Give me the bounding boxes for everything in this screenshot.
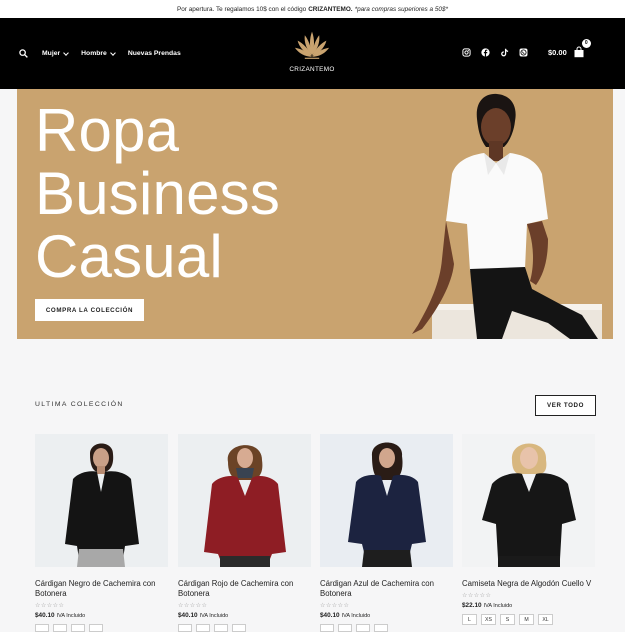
variant-swatches: [178, 624, 311, 632]
nav-item-label: Nuevas Prendas: [127, 50, 181, 57]
promo-code: CRIZANTEMO.: [308, 5, 353, 13]
price-value: $22.10: [462, 602, 482, 609]
lotus-icon: [294, 31, 330, 59]
variant-swatch[interactable]: [356, 624, 370, 632]
rating-stars: ☆☆☆☆☆: [35, 603, 65, 609]
product-card[interactable]: Cárdigan Azul de Cachemira con Botonera …: [320, 434, 453, 632]
cart-total: $0.00: [548, 47, 567, 57]
product-name[interactable]: Cárdigan Azul de Cachemira con Botonera: [320, 579, 453, 599]
see-all-button[interactable]: VER TODO: [535, 395, 596, 416]
nav-item-mujer[interactable]: Mujer: [42, 49, 69, 57]
cart-button[interactable]: $0.00 0: [548, 39, 591, 58]
shop-collection-button[interactable]: COMPRA LA COLECCIÓN: [35, 299, 144, 321]
chevron-down-icon: [109, 49, 116, 56]
variant-swatch[interactable]: [53, 624, 67, 632]
nav-item-nuevas-prendas[interactable]: Nuevas Prendas: [128, 50, 181, 57]
brand-logo[interactable]: CRIZANTEMO: [280, 28, 344, 80]
product-price: $22.10 IVA Incluido: [462, 602, 595, 609]
variant-swatches: [35, 624, 168, 632]
size-option[interactable]: XL: [538, 614, 553, 625]
size-options: L XS S M XL: [462, 614, 595, 625]
variant-swatch[interactable]: [214, 624, 228, 632]
whatsapp-icon[interactable]: [518, 47, 528, 57]
hero-banner: Ropa Business Casual COMPRA LA COLECCIÓN: [17, 89, 613, 339]
promo-bar: Por apertura. Te regalamos 10$ con el có…: [0, 0, 625, 18]
site-header: Mujer Hombre Nuevas Prendas CRIZANTEMO $…: [0, 18, 625, 89]
product-name-line: Cárdigan Azul de Cachemira con: [320, 579, 434, 588]
variant-swatches: [320, 624, 453, 632]
tax-note: IVA Incluido: [341, 613, 371, 619]
variant-swatch[interactable]: [178, 624, 192, 632]
tiktok-icon[interactable]: [499, 47, 509, 57]
tax-note: IVA Incluido: [199, 613, 229, 619]
tax-note: IVA Incluido: [483, 603, 513, 609]
product-image[interactable]: [178, 434, 311, 567]
rating-stars: ☆☆☆☆☆: [320, 603, 350, 609]
variant-swatch[interactable]: [196, 624, 210, 632]
product-name-line: Botonera: [35, 589, 67, 598]
hero-title-line: Business: [35, 160, 281, 227]
shopping-bag-icon: 0: [573, 39, 591, 58]
chevron-down-icon: [63, 49, 69, 56]
product-name-line: Cárdigan Rojo de Cachemira con: [178, 579, 294, 588]
product-image[interactable]: [35, 434, 168, 567]
hero-title-line: Casual: [35, 223, 223, 290]
product-name-line: Botonera: [320, 589, 352, 598]
product-price: $40.10 IVA Incluido: [35, 612, 168, 619]
variant-swatch[interactable]: [338, 624, 352, 632]
rating-stars: ☆☆☆☆☆: [178, 603, 208, 609]
promo-text: Por apertura. Te regalamos 10$ con el có…: [176, 5, 307, 13]
product-name-line: Botonera: [178, 589, 210, 598]
price-value: $40.10: [320, 612, 340, 619]
section-title: ULTIMA COLECCIÓN: [35, 401, 124, 408]
product-card[interactable]: Cárdigan Negro de Cachemira con Botonera…: [35, 434, 168, 632]
hero-title-line: Ropa: [35, 97, 180, 164]
main-nav: Mujer Hombre Nuevas Prendas: [17, 18, 181, 89]
price-value: $40.10: [178, 612, 198, 619]
product-image[interactable]: [320, 434, 453, 567]
product-price: $40.10 IVA Incluido: [320, 612, 453, 619]
variant-swatch[interactable]: [232, 624, 246, 632]
variant-swatch[interactable]: [320, 624, 334, 632]
hero-title: Ropa Business Casual: [35, 99, 365, 288]
promo-note: *para compras superiores a 50$*: [354, 5, 449, 13]
brand-name: CRIZANTEMO: [289, 66, 335, 73]
product-name[interactable]: Camiseta Negra de Algodón Cuello V: [462, 579, 595, 589]
variant-swatch[interactable]: [89, 624, 103, 632]
rating-stars: ☆☆☆☆☆: [462, 593, 492, 599]
instagram-icon[interactable]: [461, 47, 471, 57]
social-links: [461, 47, 528, 57]
product-name-line: Cárdigan Negro de Cachemira con: [35, 579, 156, 588]
product-image[interactable]: [462, 434, 595, 567]
tax-note: IVA Incluido: [56, 613, 86, 619]
size-option[interactable]: S: [500, 614, 515, 625]
product-card[interactable]: Camiseta Negra de Algodón Cuello V ☆☆☆☆☆…: [462, 434, 595, 625]
price-value: $40.10: [35, 612, 55, 619]
variant-swatch[interactable]: [71, 624, 85, 632]
cart-count-badge: 0: [581, 39, 591, 48]
variant-swatch[interactable]: [35, 624, 49, 632]
product-card[interactable]: Cárdigan Rojo de Cachemira con Botonera …: [178, 434, 311, 632]
search-icon[interactable]: [17, 48, 29, 60]
product-name[interactable]: Cárdigan Negro de Cachemira con Botonera: [35, 579, 168, 599]
nav-item-hombre[interactable]: Hombre: [81, 49, 116, 57]
variant-swatch[interactable]: [374, 624, 388, 632]
product-name[interactable]: Cárdigan Rojo de Cachemira con Botonera: [178, 579, 311, 599]
size-option[interactable]: M: [519, 614, 534, 625]
size-option[interactable]: L: [462, 614, 477, 625]
product-price: $40.10 IVA Incluido: [178, 612, 311, 619]
product-grid: Cárdigan Negro de Cachemira con Botonera…: [35, 434, 596, 632]
nav-item-label: Mujer: [42, 50, 61, 57]
size-option[interactable]: XS: [481, 614, 496, 625]
hero-model-image: [412, 93, 602, 339]
nav-item-label: Hombre: [81, 50, 107, 57]
facebook-icon[interactable]: [480, 47, 490, 57]
